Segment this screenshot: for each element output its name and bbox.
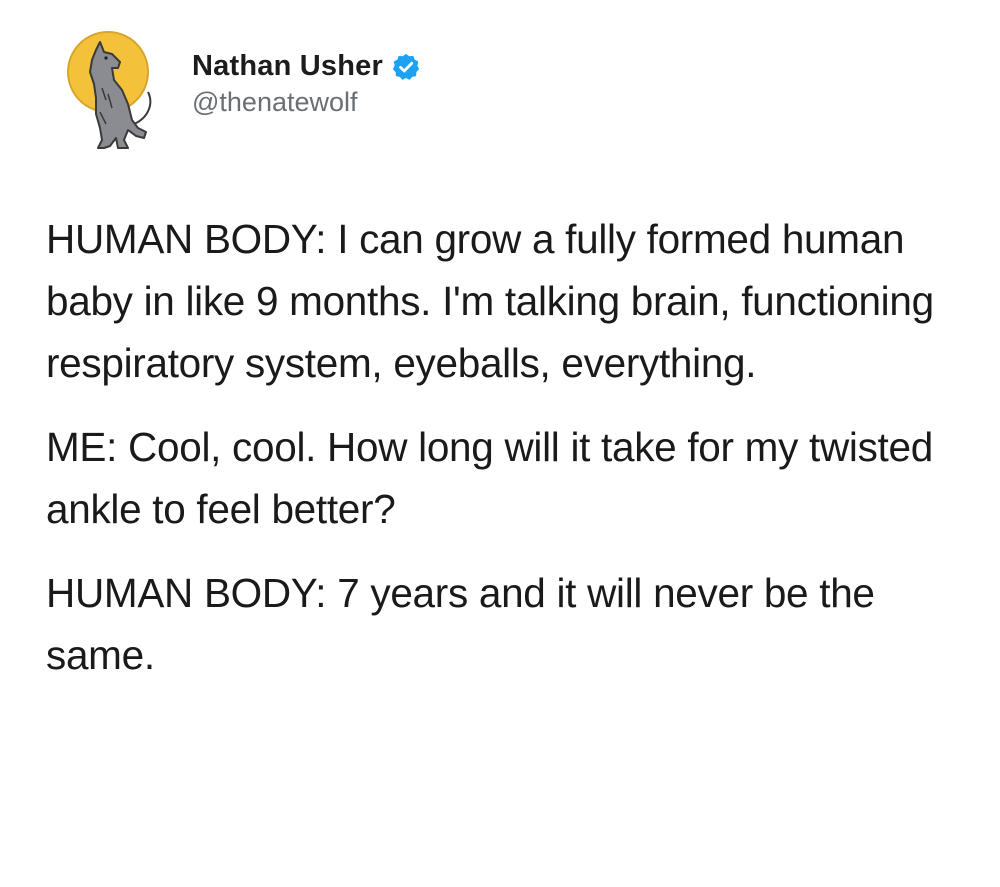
tweet-paragraph: HUMAN BODY: I can grow a fully formed hu… bbox=[46, 216, 934, 386]
tweet-paragraph: ME: Cool, cool. How long will it take fo… bbox=[46, 424, 933, 532]
name-row: Nathan Usher bbox=[192, 50, 421, 83]
tweet-body: HUMAN BODY: I can grow a fully formed hu… bbox=[46, 208, 966, 708]
user-names: Nathan Usher @thenatewolf bbox=[192, 50, 421, 118]
display-name[interactable]: Nathan Usher bbox=[192, 50, 383, 83]
verified-badge-icon bbox=[391, 52, 421, 82]
tweet-header: Nathan Usher @thenatewolf bbox=[62, 28, 421, 154]
howling-wolf-avatar-icon bbox=[67, 31, 152, 149]
tweet-card: Nathan Usher @thenatewolf HUMAN BODY: I … bbox=[0, 0, 1000, 887]
tweet-paragraph: HUMAN BODY: 7 years and it will never be… bbox=[46, 570, 875, 678]
avatar[interactable] bbox=[62, 28, 158, 154]
user-handle[interactable]: @thenatewolf bbox=[192, 87, 421, 118]
